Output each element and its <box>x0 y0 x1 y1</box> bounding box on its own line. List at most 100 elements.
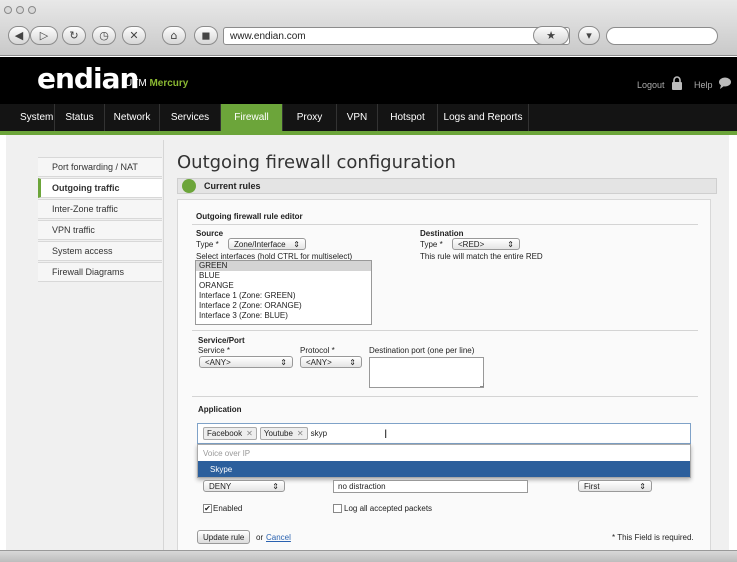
reload-icon: ↻ <box>69 29 79 42</box>
select-arrows-icon: ⇕ <box>272 481 279 491</box>
menu-hotspot[interactable]: Hotspot <box>378 104 438 131</box>
destination-port-label: Destination port (one per line) <box>369 346 475 355</box>
destination-port-textarea[interactable] <box>369 357 484 388</box>
menu-firewall[interactable]: Firewall <box>221 104 283 131</box>
source-type-select[interactable]: Zone/Interface ⇕ <box>228 238 306 250</box>
select-arrows-icon: ⇕ <box>639 481 646 491</box>
lock-icon[interactable] <box>671 76 683 90</box>
menu-vpn[interactable]: VPN <box>337 104 378 131</box>
menu-status[interactable]: Status <box>55 104 105 131</box>
divider <box>192 396 698 397</box>
history-button[interactable]: ◷ <box>92 26 116 45</box>
list-item[interactable]: ORANGE <box>196 281 371 291</box>
cancel-link[interactable]: Cancel <box>266 533 291 542</box>
bookmarks-button[interactable]: ★ <box>533 26 569 45</box>
source-type-value: Zone/Interface <box>234 239 286 249</box>
text-cursor-icon: I <box>384 427 388 441</box>
home-button[interactable]: ⌂ <box>162 26 186 45</box>
resize-grip-icon[interactable] <box>480 383 484 387</box>
action-select[interactable]: DENY ⇕ <box>203 480 285 492</box>
select-arrows-icon: ⇕ <box>280 357 287 367</box>
service-label: Service * <box>198 346 231 355</box>
tag-label: Youtube <box>263 429 293 438</box>
protocol-value: <ANY> <box>306 357 332 367</box>
reload-button[interactable]: ↻ <box>62 26 86 45</box>
site-identity-button[interactable]: ◼ <box>194 26 218 45</box>
select-arrows-icon: ⇕ <box>507 239 514 249</box>
search-input[interactable] <box>606 27 718 45</box>
log-packets-checkbox[interactable] <box>333 504 342 513</box>
speech-bubble-icon[interactable] <box>718 77 732 89</box>
product-prefix: UTM <box>125 78 147 89</box>
back-button[interactable]: ◀ <box>8 26 30 45</box>
address-bar[interactable]: www.endian.com <box>223 27 570 45</box>
position-value: First <box>584 481 600 491</box>
tag-label: Facebook <box>207 429 243 438</box>
menu-system[interactable]: System <box>0 104 55 131</box>
section-label: Current rules <box>204 181 261 191</box>
sidebar-item-system-access[interactable]: System access <box>38 241 162 261</box>
editor-title: Outgoing firewall rule editor <box>196 212 303 221</box>
remove-tag-icon[interactable]: ✕ <box>297 429 304 438</box>
action-value: DENY <box>209 481 232 491</box>
enabled-checkbox[interactable]: ✔ <box>203 504 212 513</box>
zoom-window-icon[interactable] <box>28 6 36 14</box>
arrow-right-icon: ▷ <box>39 29 49 42</box>
position-select[interactable]: First ⇕ <box>578 480 652 492</box>
main-menu: System Status Network Services Firewall … <box>0 104 737 131</box>
list-item[interactable]: Interface 1 (Zone: GREEN) <box>196 291 371 301</box>
application-input[interactable]: Facebook ✕ Youtube ✕ skyp <box>197 423 691 444</box>
source-heading: Source <box>196 229 224 238</box>
sidebar: Port forwarding / NAT Outgoing traffic I… <box>38 157 162 283</box>
arrow-left-icon: ◀ <box>14 29 24 42</box>
list-item[interactable]: BLUE <box>196 271 371 281</box>
source-interfaces-listbox[interactable]: GREEN BLUE ORANGE Interface 1 (Zone: GRE… <box>195 260 372 325</box>
sidebar-item-vpn-traffic[interactable]: VPN traffic <box>38 220 162 240</box>
endian-logo[interactable]: endian <box>37 62 139 95</box>
product-label: UTM Mercury <box>125 78 188 89</box>
divider <box>192 224 698 225</box>
forward-button[interactable]: ▷ <box>30 26 58 45</box>
application-suggestions: Voice over IP Skype <box>197 444 691 478</box>
menu-services[interactable]: Services <box>160 104 221 131</box>
update-rule-button[interactable]: Update rule <box>197 530 251 544</box>
remark-input[interactable]: no distraction <box>333 480 528 493</box>
select-arrows-icon: ⇕ <box>349 357 356 367</box>
service-select[interactable]: <ANY> ⇕ <box>199 356 293 368</box>
close-window-icon[interactable] <box>4 6 12 14</box>
list-item[interactable]: Interface 3 (Zone: BLUE) <box>196 311 371 321</box>
remove-tag-icon[interactable]: ✕ <box>246 429 253 438</box>
clock-icon: ◷ <box>99 29 109 42</box>
sidebar-item-inter-zone-traffic[interactable]: Inter-Zone traffic <box>38 199 162 219</box>
help-link[interactable]: Help <box>694 80 713 90</box>
destination-heading: Destination <box>420 229 464 238</box>
logout-link[interactable]: Logout <box>637 80 665 90</box>
sidebar-item-outgoing-traffic[interactable]: Outgoing traffic <box>38 178 162 198</box>
toggle-section-icon[interactable] <box>182 179 196 193</box>
destination-type-select[interactable]: <RED> ⇕ <box>452 238 520 250</box>
list-item[interactable]: Interface 2 (Zone: ORANGE) <box>196 301 371 311</box>
typed-text: skyp <box>310 429 328 438</box>
menu-network[interactable]: Network <box>105 104 160 131</box>
remark-value: no distraction <box>338 482 386 491</box>
stop-button[interactable]: ✕ <box>122 26 146 45</box>
menu-proxy[interactable]: Proxy <box>283 104 337 131</box>
tag-facebook: Facebook ✕ <box>203 427 257 440</box>
sidebar-item-firewall-diagrams[interactable]: Firewall Diagrams <box>38 262 162 282</box>
browser-toolbar: ◀ ▷ ↻ ◷ ✕ ⌂ ◼ www.endian.com ★ ▾ <box>0 0 737 56</box>
protocol-select[interactable]: <ANY> ⇕ <box>300 356 362 368</box>
minimize-window-icon[interactable] <box>16 6 24 14</box>
menu-logs-and-reports[interactable]: Logs and Reports <box>438 104 529 131</box>
current-rules-section[interactable]: Current rules <box>177 178 717 194</box>
sidebar-item-port-forwarding[interactable]: Port forwarding / NAT <box>38 157 162 177</box>
required-note: * This Field is required. <box>612 533 694 542</box>
suggestion-group-label: Voice over IP <box>203 448 251 458</box>
shield-icon: ◼ <box>201 29 211 42</box>
tag-youtube: Youtube ✕ <box>259 427 308 440</box>
list-item[interactable]: GREEN <box>196 261 371 271</box>
page-title: Outgoing firewall configuration <box>177 152 456 173</box>
checkmark-icon: ✔ <box>204 504 211 513</box>
star-icon: ★ <box>546 29 556 42</box>
suggestion-option[interactable]: Skype <box>198 461 690 477</box>
search-engine-button[interactable]: ▾ <box>578 26 600 45</box>
